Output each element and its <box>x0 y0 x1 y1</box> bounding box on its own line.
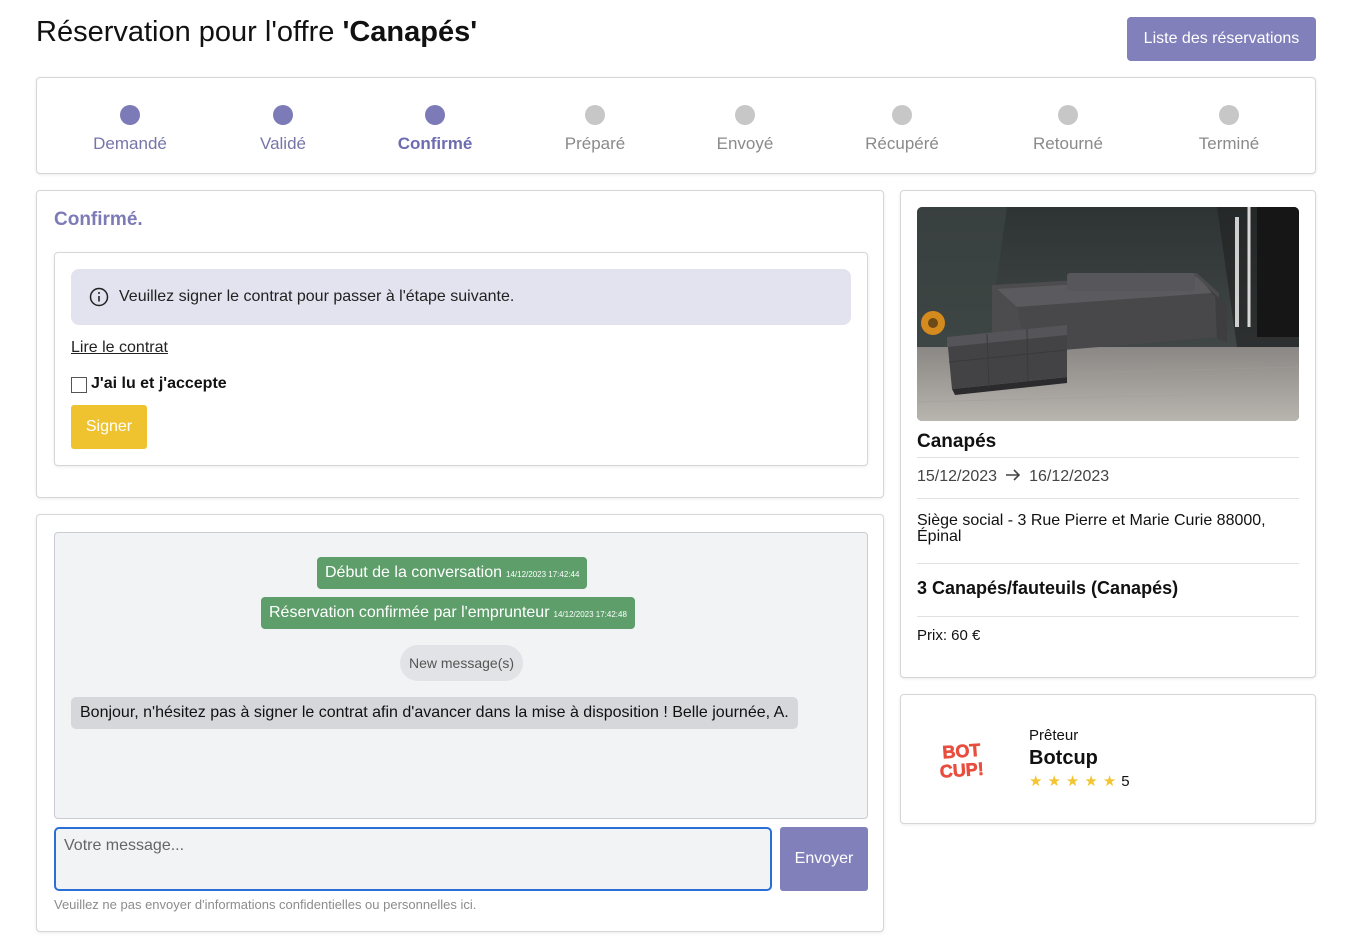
offer-name: Canapés <box>917 431 997 452</box>
chat-messages-area[interactable]: Début de la conversation 14/12/2023 17:42… <box>54 532 868 819</box>
step-dot <box>273 105 293 125</box>
offer-category: 3 Canapés/fauteuils (Canapés) <box>917 578 1179 598</box>
system-message-time: 14/12/2023 17:42:48 <box>553 610 627 619</box>
logo-text-bottom: CUP! <box>939 759 984 780</box>
step-prepare: Préparé <box>525 78 665 175</box>
step-recupere: Récupéré <box>832 78 972 175</box>
accept-checkbox[interactable] <box>71 377 87 393</box>
step-dot <box>735 105 755 125</box>
rating-value: 5 <box>1121 772 1130 790</box>
info-icon <box>89 287 109 307</box>
status-title: Confirmé. <box>54 209 143 230</box>
system-message: Réservation confirmée par l'emprunteur 14… <box>261 597 635 629</box>
star-icon: ★ <box>1029 773 1043 790</box>
star-icon: ★ <box>1084 773 1098 790</box>
info-alert: Veuillez signer le contrat pour passer à… <box>71 269 851 325</box>
lender-role: Prêteur <box>1029 727 1079 744</box>
info-alert-text: Veuillez signer le contrat pour passer à… <box>119 288 515 305</box>
chat-message: Bonjour, n'hésitez pas à signer le contr… <box>71 697 798 729</box>
page-title: Réservation pour l'offre 'Canapés' <box>36 16 477 49</box>
date-end: 16/12/2023 <box>1029 468 1110 485</box>
lender-card: BOT CUP! Prêteur Botcup ★ ★ ★ ★ ★ 5 <box>900 694 1316 824</box>
reservation-stepper: Demandé Validé Confirmé Préparé Envoyé R… <box>36 77 1316 174</box>
step-dot <box>120 105 140 125</box>
step-label: Validé <box>260 134 306 153</box>
star-icon: ★ <box>1065 773 1080 790</box>
step-envoye: Envoyé <box>675 78 815 175</box>
botcup-logo: BOT CUP! <box>935 738 995 785</box>
system-message: Début de la conversation 14/12/2023 17:42… <box>317 557 588 589</box>
status-panel: Confirmé. Veuillez signer le contrat pou… <box>36 190 884 498</box>
page-title-prefix: Réservation pour l'offre <box>36 16 343 48</box>
step-confirme: Confirmé <box>365 78 505 175</box>
sign-button[interactable]: Signer <box>71 405 147 449</box>
star-icon: ★ <box>1047 773 1061 790</box>
step-dot <box>425 105 445 125</box>
step-label: Demandé <box>93 134 167 153</box>
accept-label: J'ai lu et j'accepte <box>91 375 227 392</box>
step-label: Préparé <box>564 134 626 153</box>
offer-photo <box>917 207 1299 421</box>
arrow-right-icon <box>1005 468 1021 486</box>
new-messages-divider: New message(s) <box>400 645 524 681</box>
contract-box: Veuillez signer le contrat pour passer à… <box>54 252 868 466</box>
page-title-offer: 'Canapés' <box>342 16 478 48</box>
read-contract-link[interactable]: Lire le contrat <box>71 339 168 357</box>
offer-card: Canapés 15/12/2023 16/12/2023 Siège soci… <box>900 190 1316 678</box>
divider <box>917 616 1299 617</box>
system-message-time: 14/12/2023 17:42:44 <box>506 570 580 579</box>
send-button[interactable]: Envoyer <box>780 827 868 891</box>
step-dot <box>1219 105 1239 125</box>
chat-panel: Début de la conversation 14/12/2023 17:42… <box>36 514 884 932</box>
reservations-list-button[interactable]: Liste des réservations <box>1127 17 1316 61</box>
step-retourne: Retourné <box>998 78 1138 175</box>
step-termine: Terminé <box>1159 78 1299 175</box>
step-label: Récupéré <box>865 134 939 153</box>
step-label: Retourné <box>1033 134 1103 153</box>
step-label: Terminé <box>1198 134 1260 153</box>
offer-address: Siège social - 3 Rue Pierre et Marie Cur… <box>917 512 1266 545</box>
chat-disclaimer: Veuillez ne pas envoyer d'informations c… <box>54 897 477 912</box>
system-message-text: Début de la conversation <box>325 564 502 581</box>
step-demande: Demandé <box>60 78 200 175</box>
step-dot <box>585 105 605 125</box>
accept-checkbox-row[interactable]: J'ai lu et j'accepte <box>71 375 227 393</box>
star-icon: ★ <box>1102 773 1117 790</box>
divider <box>917 498 1299 499</box>
divider <box>917 563 1299 564</box>
step-valide: Validé <box>213 78 353 175</box>
lender-rating: ★ ★ ★ ★ ★ 5 <box>1029 772 1130 791</box>
offer-price: Prix: 60 € <box>917 627 981 644</box>
offer-dates: 15/12/2023 16/12/2023 <box>917 468 1109 486</box>
step-dot <box>892 105 912 125</box>
date-start: 15/12/2023 <box>917 468 998 485</box>
step-label: Confirmé <box>397 134 473 153</box>
system-message-text: Réservation confirmée par l'emprunteur <box>269 604 550 621</box>
divider <box>917 457 1299 458</box>
message-input[interactable] <box>54 827 772 891</box>
step-dot <box>1058 105 1078 125</box>
lender-name: Botcup <box>1029 747 1098 769</box>
step-label: Envoyé <box>716 134 774 153</box>
